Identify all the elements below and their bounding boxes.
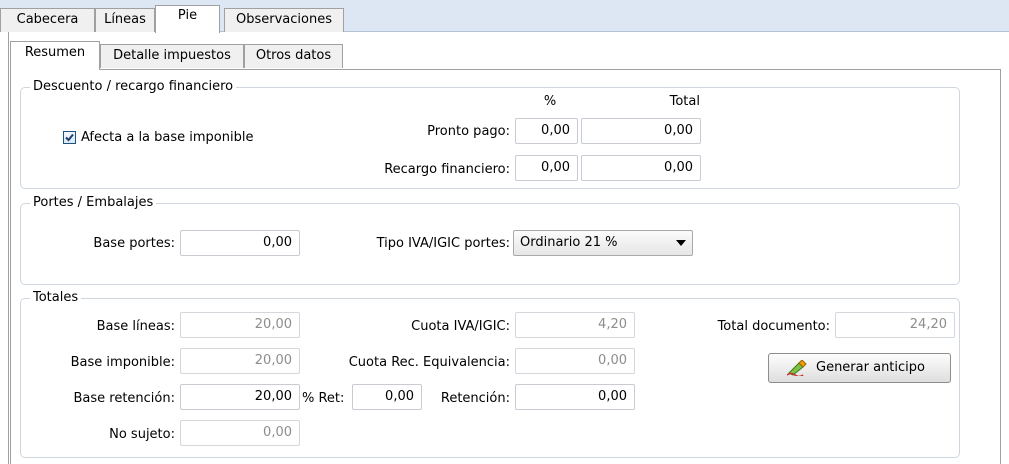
pronto-pago-pct-field[interactable]: 0,00 (515, 118, 578, 144)
afecta-base-label: Afecta a la base imponible (81, 130, 254, 145)
chevron-down-icon (676, 240, 686, 246)
retencion-label: Retención: (440, 391, 510, 406)
tipo-iva-portes-value: Ordinario 21 % (520, 235, 618, 250)
tipo-iva-portes-label: Tipo IVA/IGIC portes: (376, 236, 510, 251)
recargo-financiero-label: Recargo financiero: (384, 162, 510, 177)
tab-otros-datos[interactable]: Otros datos (244, 44, 343, 68)
retencion-field[interactable]: 0,00 (515, 384, 635, 410)
pronto-pago-label: Pronto pago: (427, 124, 510, 139)
tab-resumen[interactable]: Resumen (10, 41, 100, 70)
pct-ret-field[interactable]: 0,00 (352, 384, 422, 410)
total-column-header: Total (669, 94, 700, 109)
tab-cabecera[interactable]: Cabecera (0, 8, 95, 32)
pct-column-header: % (543, 94, 557, 109)
tab-pie[interactable]: Pie (155, 5, 220, 33)
recargo-pct-field[interactable]: 0,00 (515, 155, 578, 181)
base-retencion-label: Base retención: (73, 391, 175, 406)
portes-legend: Portes / Embalajes (30, 195, 157, 210)
base-lineas-field[interactable]: 20,00 (180, 312, 300, 338)
cuota-rec-equivalencia-label: Cuota Rec. Equivalencia: (348, 355, 510, 370)
cuota-iva-label: Cuota IVA/IGIC: (411, 319, 510, 334)
generar-anticipo-label: Generar anticipo (816, 360, 925, 375)
tab-observaciones[interactable]: Observaciones (224, 8, 344, 32)
pct-ret-label: % Ret: (302, 391, 345, 406)
total-documento-field[interactable]: 24,20 (835, 312, 955, 338)
totales-legend: Totales (30, 290, 82, 305)
recargo-total-field[interactable]: 0,00 (581, 155, 701, 181)
generar-anticipo-button[interactable]: Generar anticipo (768, 353, 951, 383)
cuota-rec-equivalencia-field[interactable]: 0,00 (515, 348, 635, 374)
base-imponible-field[interactable]: 20,00 (180, 348, 300, 374)
pen-icon (787, 360, 807, 376)
cuota-iva-field[interactable]: 4,20 (515, 312, 635, 338)
base-retencion-field[interactable]: 20,00 (180, 384, 300, 410)
checkmark-icon (65, 133, 74, 142)
afecta-base-checkbox[interactable] (63, 131, 76, 144)
base-imponible-label: Base imponible: (70, 355, 175, 370)
tab-lineas[interactable]: Líneas (95, 8, 155, 32)
no-sujeto-field[interactable]: 0,00 (180, 420, 300, 446)
total-documento-label: Total documento: (717, 319, 830, 334)
no-sujeto-label: No sujeto: (109, 427, 175, 442)
pronto-pago-total-field[interactable]: 0,00 (581, 118, 701, 144)
base-portes-field[interactable]: 0,00 (180, 230, 300, 256)
tipo-iva-portes-select[interactable]: Ordinario 21 % (513, 230, 693, 256)
descuento-legend: Descuento / recargo financiero (30, 79, 237, 94)
tab-detalle-impuestos[interactable]: Detalle impuestos (100, 44, 244, 68)
base-portes-label: Base portes: (93, 236, 175, 251)
base-lineas-label: Base líneas: (96, 319, 175, 334)
frame-left-edge (8, 32, 9, 464)
